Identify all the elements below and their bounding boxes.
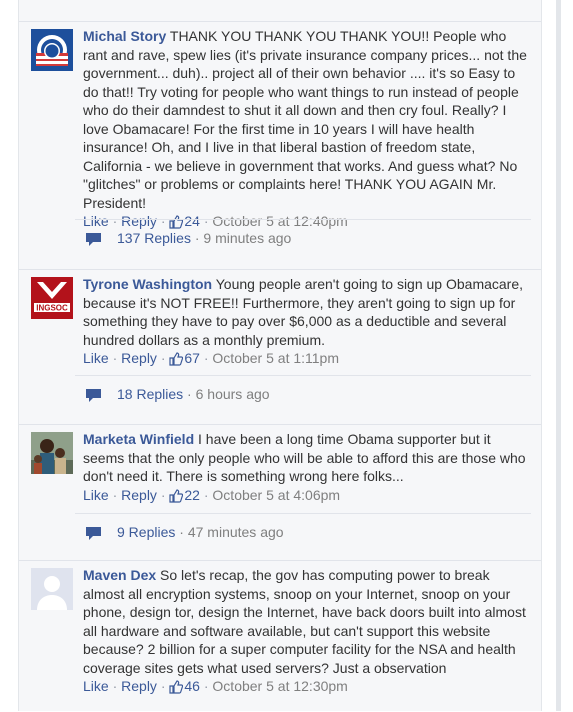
comment-actions: Like · Reply · 22 · October 5 at 4:06pm [83,486,531,505]
replies-bar[interactable]: 18 Replies · 6 hours ago [75,375,531,412]
reply-bubble-icon [86,389,101,402]
comment: Maven Dex So let's recap, the gov has co… [19,560,541,712]
comment-text: So let's recap, the gov has computing po… [83,567,526,676]
separator: · [160,350,166,366]
comment: Marketa Winfield I have been a long time… [19,424,541,561]
comment-actions: Like · Reply · 46 · October 5 at 12:30pm [83,677,531,696]
separator: · [194,230,200,246]
thumbs-up-icon [169,352,184,366]
comment-body: Marketa Winfield I have been a long time… [83,430,531,504]
comment-author[interactable]: Marketa Winfield [83,431,194,447]
like-link[interactable]: Like [83,678,109,694]
replies-count[interactable]: 137 Replies [117,230,191,246]
like-count[interactable]: 46 [169,678,203,694]
ingsoc-logo-text: INGSOC [36,304,68,313]
family-photo-icon [31,432,73,474]
avatar[interactable]: INGSOC [31,277,73,319]
comment-feed: Michal Story THANK YOU THANK YOU THANK Y… [18,0,542,711]
replies-count[interactable]: 18 Replies [117,386,183,402]
like-link[interactable]: Like [83,487,109,503]
comment-body: Maven Dex So let's recap, the gov has co… [83,566,531,696]
replies-time: 6 hours ago [195,386,270,402]
comment-actions: Like · Reply · 67 · October 5 at 1:11pm [83,349,531,368]
replies-time: 9 minutes ago [203,230,292,246]
comment-text: THANK YOU THANK YOU THANK YOU!! People w… [83,28,527,211]
comment: INGSOC Tyrone Washington Young people ar… [19,269,541,425]
comment-author[interactable]: Maven Dex [83,567,156,583]
avatar[interactable] [31,568,73,610]
thumbs-up-icon [169,680,184,694]
avatar[interactable] [31,29,73,71]
thumbs-up-icon [169,488,184,503]
comment-body: Tyrone Washington Young people aren't go… [83,275,531,368]
separator: · [112,678,118,694]
like-link[interactable]: Like [83,350,109,366]
reply-bubble-icon [86,233,101,246]
avatar[interactable] [31,432,73,474]
comment-timestamp[interactable]: October 5 at 1:11pm [212,350,339,366]
reply-link[interactable]: Reply [121,678,157,694]
comment-author[interactable]: Michal Story [83,28,166,44]
separator: · [160,678,166,694]
ingsoc-logo-icon: INGSOC [31,277,73,319]
replies-bar[interactable]: 137 Replies · 9 minutes ago [75,219,531,256]
separator: · [203,486,209,503]
separator: · [187,386,192,402]
replies-bar[interactable]: 9 Replies · 47 minutes ago [75,513,531,550]
separator: · [112,350,118,366]
comment-timestamp[interactable]: October 5 at 12:30pm [212,678,347,694]
page-edge-divider [556,0,561,711]
obama-logo-icon [31,29,73,71]
like-count-value: 22 [184,486,200,503]
comment-body: Michal Story THANK YOU THANK YOU THANK Y… [83,27,531,231]
separator: · [203,350,209,366]
replies-time: 47 minutes ago [187,524,284,540]
reply-link[interactable]: Reply [121,487,157,503]
like-count[interactable]: 22 [169,487,203,503]
separator: · [112,486,118,503]
replies-count[interactable]: 9 Replies [117,524,175,540]
like-count-value: 67 [184,350,200,366]
comment-author[interactable]: Tyrone Washington [83,276,212,292]
separator: · [160,486,166,503]
separator: · [203,678,209,694]
separator: · [179,524,184,540]
reply-bubble-icon [86,527,101,540]
default-avatar-icon [31,568,73,610]
comment: Michal Story THANK YOU THANK YOU THANK Y… [19,21,541,270]
reply-link[interactable]: Reply [121,350,157,366]
like-count-value: 46 [184,678,200,694]
like-count[interactable]: 67 [169,350,203,366]
comment-timestamp[interactable]: October 5 at 4:06pm [212,487,340,503]
